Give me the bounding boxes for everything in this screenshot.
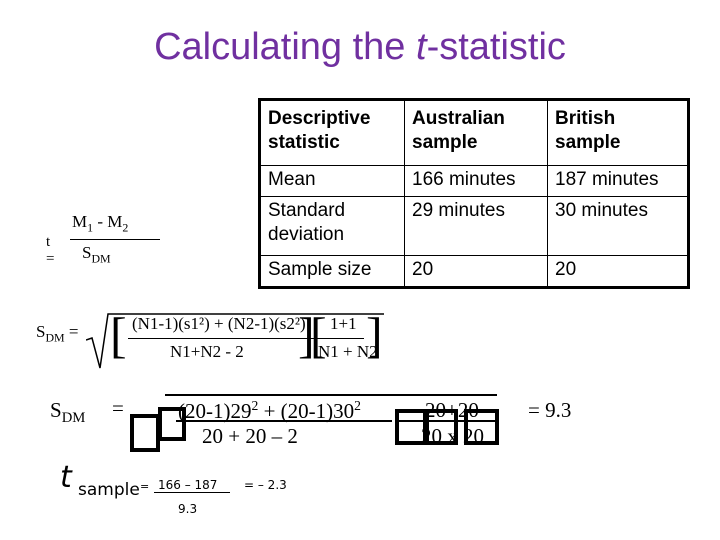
missing-glyph-box-icon: [395, 409, 427, 445]
sdm-denominator: N1+N2 - 2: [170, 342, 244, 361]
fraction-bar: [154, 492, 230, 493]
missing-glyph-box-icon: [158, 407, 186, 441]
title-prefix: Calculating the: [154, 26, 416, 68]
sdm-frac2-numerator: 1+1: [330, 314, 357, 334]
title-italic-t: t: [416, 26, 427, 68]
sdm-formula-lhs: SDM =: [36, 322, 78, 345]
cell-australian: 166 minutes: [404, 165, 548, 197]
one-left: 1: [330, 314, 339, 333]
cell-label: Sample size: [259, 255, 405, 288]
sdm-calculation: SDM = (20-1)292 + (20-1)302 20 + 20 – 2 …: [0, 380, 720, 460]
title-suffix: -statistic: [426, 26, 566, 68]
header-australian-sample: Australian sample: [404, 99, 548, 166]
cell-british: 20: [547, 255, 689, 288]
header-british-sample: British sample: [547, 99, 689, 166]
s-sub: DM: [91, 251, 111, 266]
t-subscript: sample: [78, 480, 140, 500]
equals: =: [112, 396, 124, 420]
t-sample-calculation: t sample = 166 – 187 9.3 = – 2.3: [0, 460, 720, 530]
s-sub: DM: [61, 410, 86, 427]
fraction-bar: [176, 420, 392, 422]
t-formula-lhs: t =: [46, 234, 55, 267]
cell-label: Standard deviation: [259, 196, 405, 256]
sdm-formula: SDM = [ (N1-1)(s1²) + (N2-1)(s2²) N1+N2 …: [36, 307, 384, 372]
table-row: Standard deviation 29 minutes 30 minutes: [259, 196, 689, 256]
left-bracket: [: [110, 307, 127, 363]
missing-glyph-box-icon: [130, 414, 160, 452]
cell-australian: 29 minutes: [404, 196, 548, 256]
table-row: Sample size 20 20: [259, 255, 689, 288]
calc-denominator: 20 + 20 – 2: [202, 424, 298, 448]
equals: =: [68, 322, 79, 341]
t-sample-numerator: 166 – 187: [158, 478, 218, 492]
cell-british: 30 minutes: [547, 196, 689, 256]
cell-british: 187 minutes: [547, 165, 689, 197]
t-symbol: t: [60, 460, 72, 495]
t-sample-denominator: 9.3: [178, 502, 198, 516]
right-bracket-2: ]: [366, 307, 383, 363]
fraction-bar: [318, 338, 364, 339]
slide-title: Calculating the t-statistic: [0, 26, 720, 69]
sdm-numerator: (N1-1)(s1²) + (N2-1)(s2²): [132, 314, 306, 333]
cell-australian: 20: [404, 255, 548, 288]
s: S: [50, 398, 62, 422]
s-sub: DM: [45, 330, 65, 345]
cell-label: Mean: [259, 165, 405, 197]
one-right: 1: [348, 314, 357, 333]
missing-glyph-box-icon: [425, 409, 458, 445]
equals: =: [140, 480, 150, 493]
sqrt-overbar: [165, 394, 497, 396]
t-formula-numerator: M1 - M2: [72, 212, 128, 235]
minus: -: [93, 212, 108, 231]
header-descriptive-statistic: Descriptive statistic: [259, 99, 405, 166]
m1: M: [72, 212, 88, 231]
t-formula-denominator: SDM: [82, 243, 111, 266]
t-sample-result: = – 2.3: [244, 478, 287, 492]
exp-b: 2: [354, 398, 361, 413]
calc-lhs: SDM: [50, 398, 85, 427]
table-row: Mean 166 minutes 187 minutes: [259, 165, 689, 197]
missing-glyph-box-icon: [464, 409, 499, 445]
m2-sub: 2: [122, 220, 129, 235]
m2: M: [107, 212, 123, 231]
table-header-row: Descriptive statistic Australian sample …: [259, 99, 689, 166]
plus: +: [338, 314, 349, 333]
fraction-bar: [70, 239, 160, 240]
calc-result: = 9.3: [528, 398, 572, 422]
descriptive-stats-table: Descriptive statistic Australian sample …: [258, 98, 690, 289]
